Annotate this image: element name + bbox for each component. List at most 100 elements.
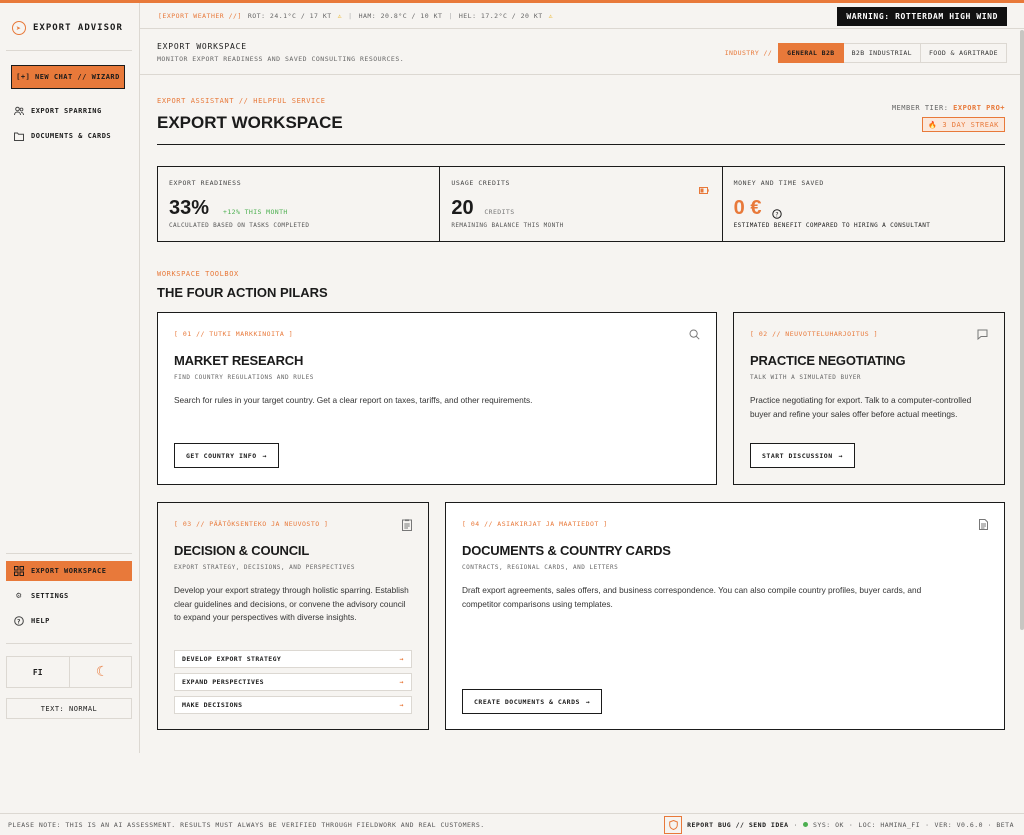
arrow-right-icon: →: [399, 701, 404, 709]
stat-value: 33%: [169, 197, 210, 219]
wind-warning-badge: WARNING: ROTTERDAM HIGH WIND: [837, 7, 1007, 26]
sidebar-item-documents-cards[interactable]: DOCUMENTS & CARDS: [6, 126, 132, 146]
info-icon[interactable]: ?: [771, 204, 782, 223]
sidebar-divider: [6, 50, 132, 51]
app-title: EXPORT ADVISOR: [33, 23, 123, 33]
card-title: DOCUMENTS & COUNTRY CARDS: [462, 543, 671, 558]
page-title: EXPORT WORKSPACE: [157, 113, 343, 132]
battery-icon: [698, 179, 709, 198]
create-documents-button[interactable]: CREATE DOCUMENTS & CARDS →: [462, 689, 603, 714]
main-eyebrow: EXPORT ASSISTANT // HELPFUL SERVICE: [157, 97, 326, 105]
sidebar-item-export-workspace[interactable]: EXPORT WORKSPACE: [6, 561, 132, 581]
card-desc: Draft export agreements, sales offers, a…: [462, 585, 922, 609]
sys-status: SYS: OK: [813, 820, 844, 829]
stat-label: MONEY AND TIME SAVED: [733, 179, 824, 187]
weather-rot: ROT: 24.1°C / 17 KT: [247, 11, 332, 20]
new-chat-button[interactable]: [+] NEW CHAT // WIZARD: [11, 65, 125, 89]
card-tag: [ 01 // TUTKI MARKKINOITA ]: [174, 330, 294, 338]
flame-icon: 🔥: [928, 120, 938, 129]
card-practice-negotiating: [ 02 // NEUVOTTELUHARJOITUS ] PRACTICE N…: [733, 312, 1005, 485]
toolbox-eyebrow: WORKSPACE TOOLBOX: [157, 270, 239, 278]
stat-unit: CREDITS: [484, 208, 515, 216]
develop-export-strategy-link[interactable]: DEVELOP EXPORT STRATEGY →: [174, 650, 412, 668]
card-market-research: [ 01 // TUTKI MARKKINOITA ] MARKET RESEA…: [157, 312, 717, 485]
report-bug-link[interactable]: REPORT BUG // SEND IDEA: [687, 821, 789, 829]
theme-toggle[interactable]: ☾: [68, 657, 132, 687]
sidebar: ➤ EXPORT ADVISOR [+] NEW CHAT // WIZARD …: [0, 3, 140, 753]
arrow-right-icon: →: [838, 451, 844, 460]
link-label: DEVELOP EXPORT STRATEGY: [182, 655, 282, 663]
industry-option-b2b-industrial[interactable]: B2B INDUSTRIAL: [843, 43, 921, 63]
status-ok-dot: [803, 822, 808, 827]
industry-label: INDUSTRY //: [724, 49, 773, 57]
stat-desc: ESTIMATED BENEFIT COMPARED TO HIRING A C…: [733, 222, 931, 229]
weather-hel: HEL: 17.2°C / 20 KT: [458, 11, 543, 20]
main-scrollbar[interactable]: [1020, 30, 1024, 630]
card-title: DECISION & COUNCIL: [174, 543, 310, 558]
stat-usage-credits: USAGE CREDITS 20 CREDITS REMAINING BALAN…: [439, 167, 721, 241]
get-country-info-button[interactable]: GET COUNTRY INFO →: [174, 443, 280, 468]
card-subtitle: FIND COUNTRY REGULATIONS AND RULES: [174, 374, 314, 381]
card-desc: Practice negotiating for export. Talk to…: [750, 395, 972, 419]
shield-icon[interactable]: [664, 815, 683, 834]
clipboard-icon: [402, 519, 412, 534]
expand-perspectives-link[interactable]: EXPAND PERSPECTIVES →: [174, 673, 412, 691]
card-title: PRACTICE NEGOTIATING: [750, 353, 906, 368]
text-size-toggle[interactable]: TEXT: NORMAL: [6, 698, 132, 719]
arrow-right-icon: →: [399, 678, 404, 686]
language-toggle[interactable]: FI: [7, 657, 69, 687]
button-label: START DISCUSSION: [762, 451, 833, 460]
member-tier-label: MEMBER TIER:: [891, 104, 949, 112]
stat-label: USAGE CREDITS: [451, 179, 511, 187]
workspace-header-subtitle: MONITOR EXPORT READINESS AND SAVED CONSU…: [157, 55, 405, 63]
stat-delta: +12% THIS MONTH: [223, 208, 288, 216]
folder-icon: [14, 131, 24, 141]
member-tier-value: EXPORT PRO+: [953, 104, 1005, 112]
ai-disclaimer: PLEASE NOTE: THIS IS AN AI ASSESSMENT. R…: [8, 820, 485, 829]
version: VER: V0.6.0 · BETA: [934, 820, 1014, 829]
card-subtitle: EXPORT STRATEGY, DECISIONS, AND PERSPECT…: [174, 564, 355, 571]
card-decision-council: [ 03 // PÄÄTÖKSENTEKO JA NEUVOSTO ] DECI…: [157, 502, 429, 730]
sidebar-divider: [6, 553, 132, 554]
stat-label: EXPORT READINESS: [169, 179, 242, 187]
warning-icon: ⚠: [337, 11, 343, 20]
export-weather-bar: [EXPORT WEATHER //] ROT: 24.1°C / 17 KT …: [140, 3, 1024, 29]
card-subtitle: CONTRACTS, REGIONAL CARDS, AND LETTERS: [462, 564, 619, 571]
stat-value: 20: [451, 197, 474, 219]
stat-desc: REMAINING BALANCE THIS MONTH: [451, 222, 564, 229]
language-theme-switcher: FI ☾: [6, 656, 132, 688]
button-label: GET COUNTRY INFO: [186, 451, 257, 460]
card-tag: [ 04 // ASIAKIRJAT JA MAATIEDOT ]: [462, 520, 608, 528]
footer-status: REPORT BUG // SEND IDEA · SYS: OK · LOC:…: [664, 815, 1014, 834]
streak-badge: 🔥 3 DAY STREAK: [922, 117, 1005, 132]
sidebar-item-label: EXPORT WORKSPACE: [31, 567, 107, 575]
weather-ham: HAM: 20.8°C / 10 KT: [358, 11, 443, 20]
app-logo[interactable]: ➤ EXPORT ADVISOR: [12, 21, 123, 35]
sidebar-divider: [6, 643, 132, 644]
streak-label: 3 DAY STREAK: [942, 120, 999, 129]
industry-option-food-agritrade[interactable]: FOOD & AGRITRADE: [920, 43, 1007, 63]
sidebar-item-label: DOCUMENTS & CARDS: [31, 132, 112, 140]
industry-option-general-b2b[interactable]: GENERAL B2B: [778, 43, 844, 63]
moon-icon: ☾: [96, 664, 105, 680]
card-desc: Develop your export strategy through hol…: [174, 585, 409, 622]
make-decisions-link[interactable]: MAKE DECISIONS →: [174, 696, 412, 714]
search-icon: [689, 329, 700, 343]
toolbox-title: THE FOUR ACTION PILARS: [157, 285, 328, 300]
card-documents-country-cards: [ 04 // ASIAKIRJAT JA MAATIEDOT ] DOCUME…: [445, 502, 1005, 730]
gear-icon: ⚙: [16, 591, 22, 601]
help-icon: ?: [14, 616, 24, 626]
grid-icon: [14, 566, 24, 576]
stats-panel: EXPORT READINESS 33% +12% THIS MONTH CAL…: [157, 166, 1005, 242]
arrow-right-icon: →: [262, 451, 268, 460]
member-tier: MEMBER TIER: EXPORT PRO+: [892, 104, 1005, 112]
sidebar-item-export-sparring[interactable]: EXPORT SPARRING: [6, 101, 132, 121]
location: LOC: HAMINA_FI: [858, 820, 921, 829]
stat-value: 0 €: [733, 197, 762, 219]
sidebar-item-settings[interactable]: ⚙ SETTINGS: [6, 586, 132, 606]
chat-icon: [977, 329, 988, 343]
card-title: MARKET RESEARCH: [174, 353, 304, 368]
start-discussion-button[interactable]: START DISCUSSION →: [750, 443, 856, 468]
sidebar-item-help[interactable]: ? HELP: [6, 611, 132, 631]
card-desc: Search for rules in your target country.…: [174, 395, 533, 405]
